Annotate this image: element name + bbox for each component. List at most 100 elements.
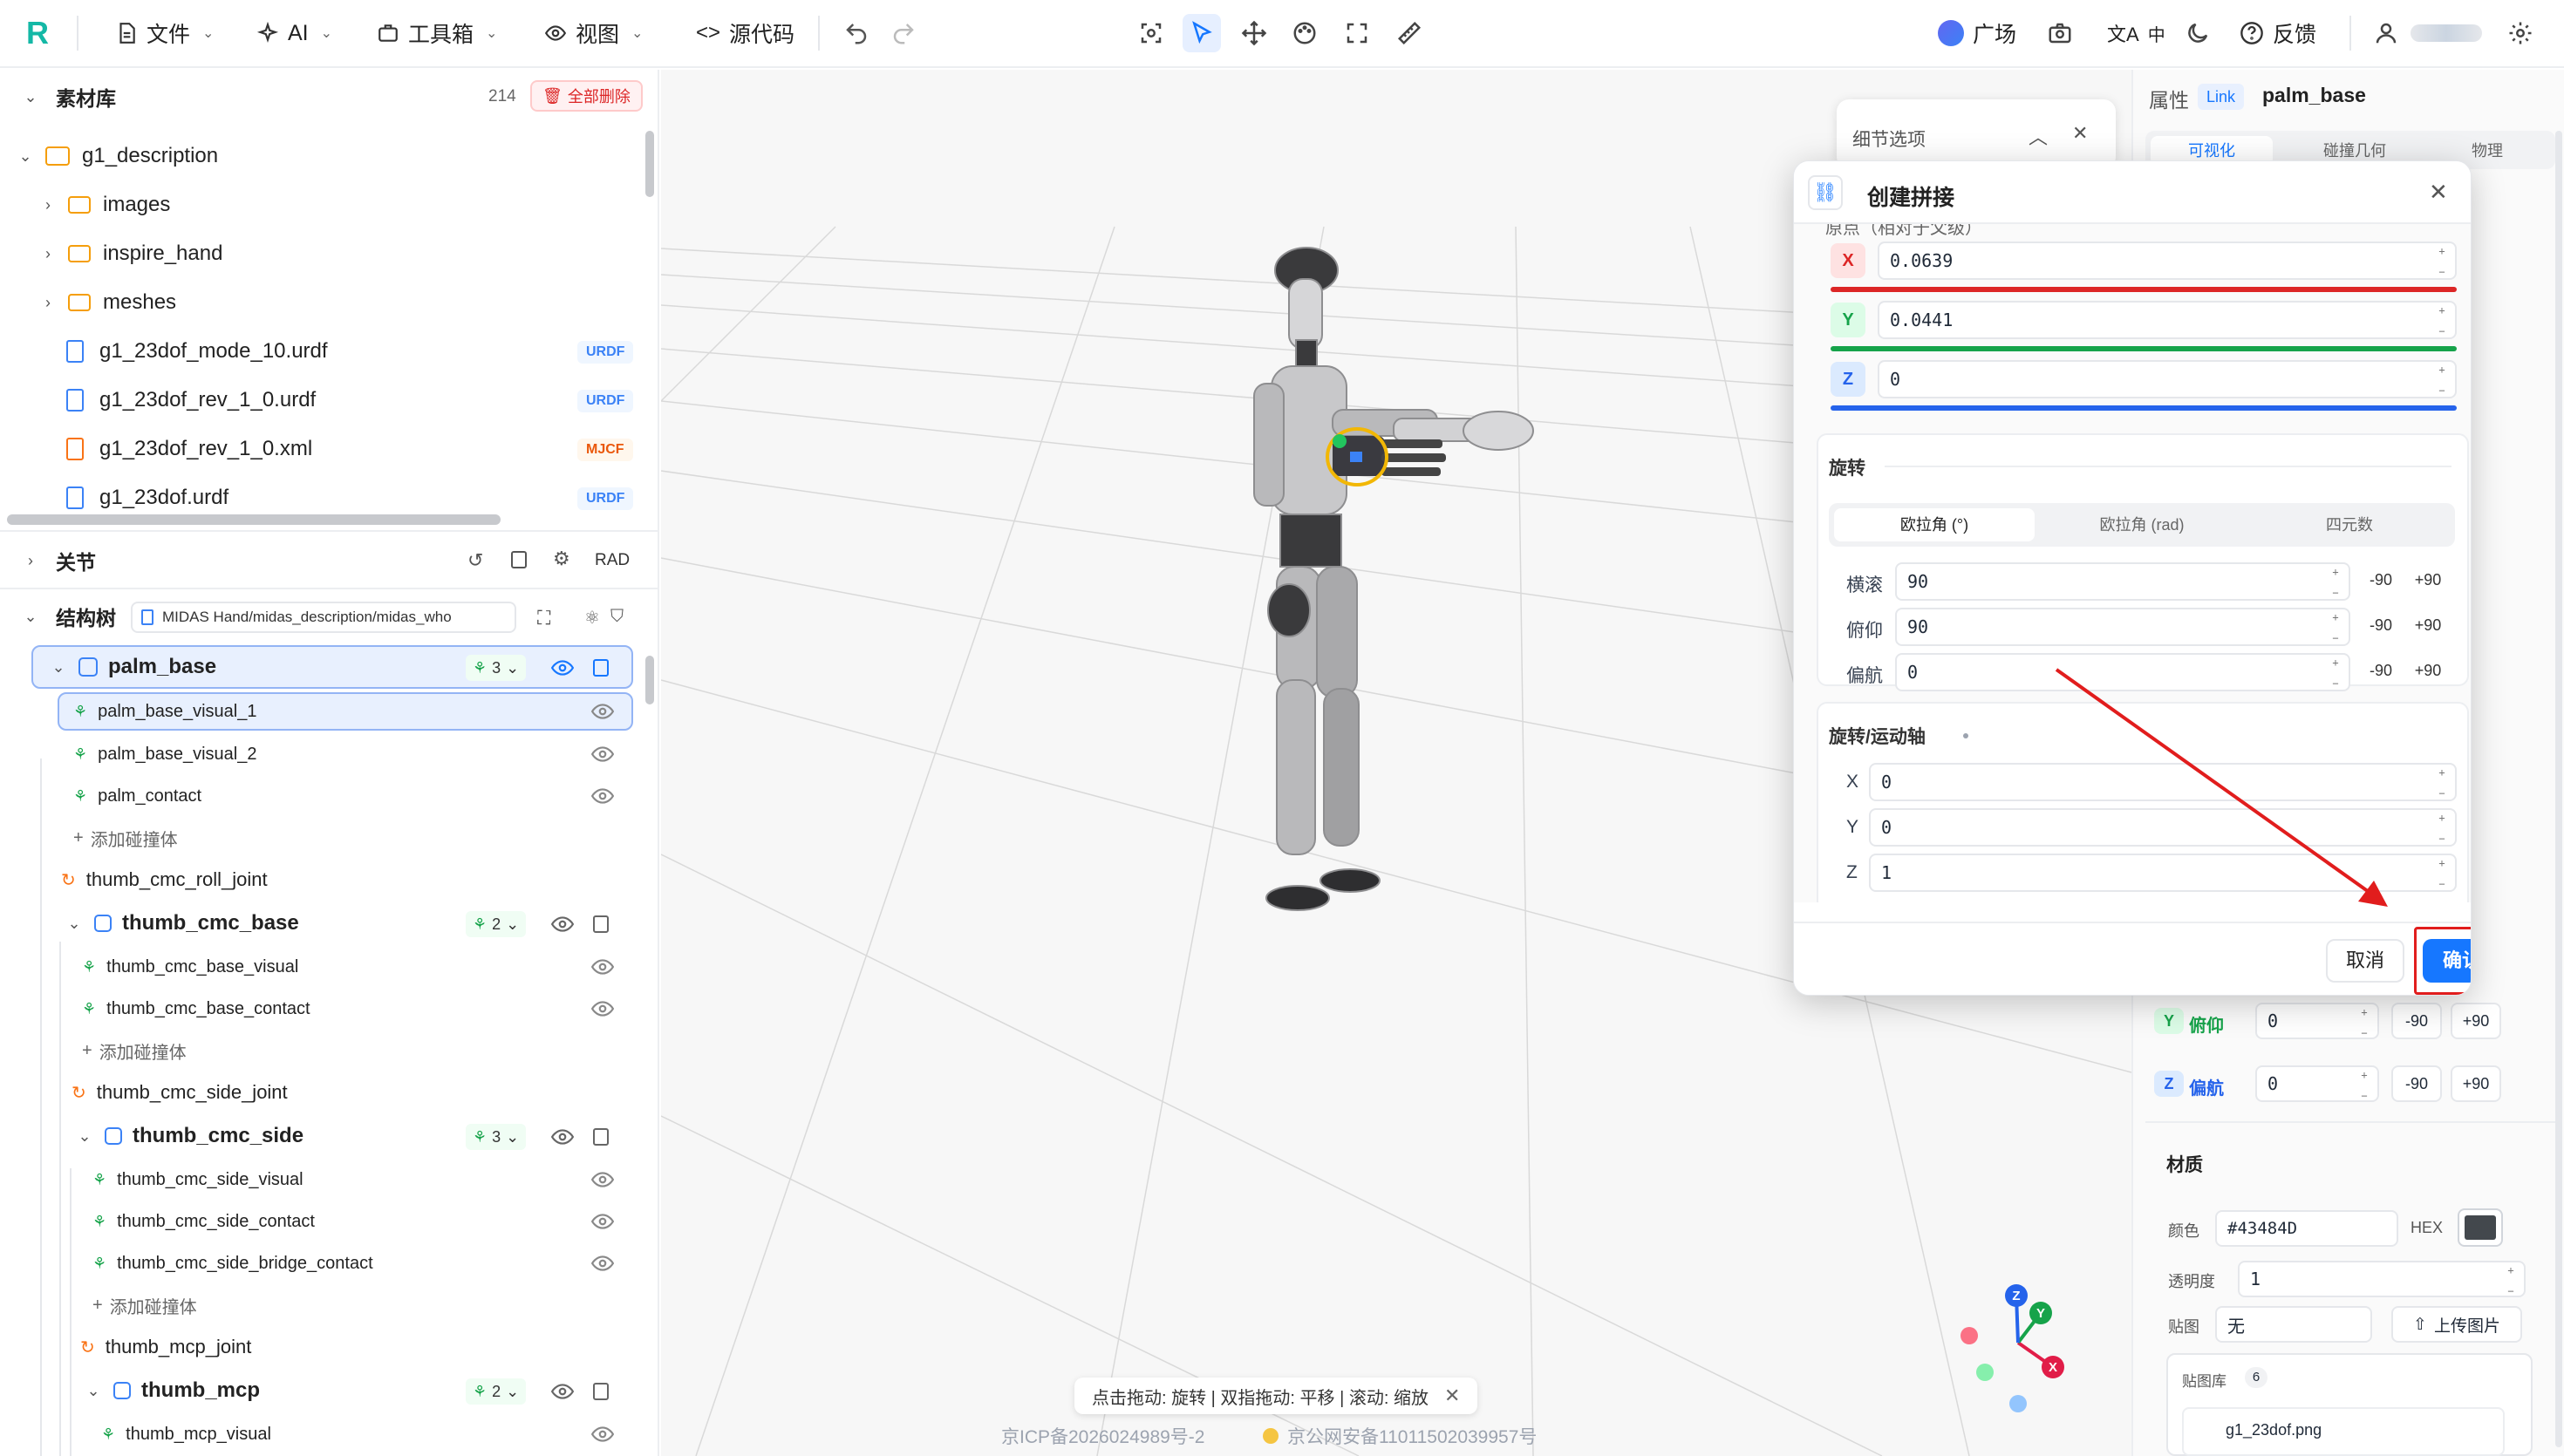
assets-scrollbar-horizontal[interactable]	[7, 514, 501, 525]
pitch-plus90-button[interactable]: +90	[2406, 616, 2450, 635]
measure-tool-button[interactable]	[1390, 14, 1429, 52]
tree-node-contact[interactable]: ⚘ thumb_cmc_side_contact	[92, 1200, 315, 1243]
origin-y-input[interactable]: 0.0441 + −	[1878, 301, 2457, 339]
redo-button[interactable]	[884, 14, 923, 52]
tree-node-visual[interactable]: ⚘ thumb_cmc_side_visual	[92, 1158, 303, 1201]
tree-node-contact[interactable]: ⚘ thumb_cmc_side_bridge_contact	[92, 1242, 373, 1285]
hierarchy-icon[interactable]: ⛶	[537, 607, 550, 629]
color-hex-input[interactable]: #43484D	[2215, 1210, 2398, 1247]
lock-icon[interactable]	[593, 1383, 609, 1400]
tree-node-contact[interactable]: ⚘ thumb_cmc_base_contact	[82, 987, 310, 1031]
joints-header[interactable]: › 关节	[17, 539, 96, 582]
add-collision-button[interactable]: + 添加碰撞体	[73, 816, 178, 860]
pitch-minus90-button[interactable]: -90	[2391, 1003, 2442, 1039]
axis-x-input[interactable]: 0 + −	[1869, 763, 2457, 801]
collapse-icon[interactable]: ︿	[2029, 122, 2048, 150]
axis-gizmo[interactable]: X Y Z	[1936, 1255, 2111, 1430]
folder-root[interactable]: ⌄ g1_description	[12, 134, 218, 178]
lock-icon[interactable]	[593, 915, 609, 933]
settings-button[interactable]	[2501, 14, 2540, 52]
yaw-plus90-button[interactable]: +90	[2451, 1065, 2501, 1102]
close-icon[interactable]: ✕	[2072, 122, 2088, 145]
yaw-minus90-button[interactable]: -90	[2359, 662, 2403, 680]
lock-icon[interactable]	[593, 659, 609, 677]
cancel-button[interactable]: 取消	[2326, 939, 2404, 983]
visibility-eye-icon[interactable]	[551, 1128, 574, 1146]
visibility-eye-icon[interactable]	[591, 745, 614, 763]
tab-euler-rad[interactable]: 欧拉角 (rad)	[2042, 508, 2242, 541]
tab-euler-deg[interactable]: 欧拉角 (°)	[1834, 508, 2035, 541]
add-collision-button[interactable]: + 添加碰撞体	[82, 1029, 187, 1072]
visibility-eye-icon[interactable]	[551, 1383, 574, 1400]
focus-view-button[interactable]	[1132, 14, 1170, 52]
file-item[interactable]: g1_23dof_mode_10.urdf	[66, 330, 328, 373]
yaw-minus90-button[interactable]: -90	[2391, 1065, 2442, 1102]
structure-file-chip[interactable]: MIDAS Hand/midas_description/midas_who	[131, 602, 516, 633]
user-avatar[interactable]	[2367, 14, 2405, 52]
origin-x-input[interactable]: 0.0639 + −	[1878, 242, 2457, 280]
pitch-input[interactable]: 0 + −	[2255, 1003, 2379, 1039]
confirm-button[interactable]: 确认	[2423, 939, 2471, 983]
color-swatch[interactable]	[2458, 1208, 2503, 1247]
reset-icon[interactable]: ↺	[467, 549, 483, 572]
file-item[interactable]: g1_23dof_rev_1_0.urdf	[66, 378, 316, 422]
settings-icon[interactable]: ⚙	[553, 548, 570, 570]
lock-icon[interactable]	[511, 551, 527, 568]
language-button[interactable]: 文A 中	[2097, 9, 2176, 58]
visibility-eye-icon[interactable]	[591, 1425, 614, 1443]
icp-record[interactable]: 京ICP备2026024989号-2	[1001, 1423, 1204, 1449]
delete-all-button[interactable]: 🗑 全部删除	[530, 80, 643, 112]
tab-quaternion[interactable]: 四元数	[2249, 508, 2450, 541]
robot-model[interactable]	[1202, 235, 1568, 950]
folder-item[interactable]: › images	[35, 183, 170, 227]
yaw-input[interactable]: 0 + −	[1895, 653, 2350, 691]
app-logo[interactable]: R	[26, 14, 61, 52]
pitch-minus90-button[interactable]: -90	[2359, 616, 2403, 635]
close-icon[interactable]: ✕	[1444, 1385, 1460, 1407]
source-code-button[interactable]: <> 源代码	[685, 9, 805, 58]
shield-icon[interactable]: ⛉	[610, 607, 624, 627]
opacity-input[interactable]: 1 + −	[2238, 1261, 2526, 1297]
tree-node-visual[interactable]: ⚘ thumb_mcp_visual	[101, 1412, 271, 1456]
feedback-button[interactable]: 反馈	[2229, 9, 2327, 58]
tree-node-joint[interactable]: ↻ thumb_mcp_joint	[80, 1325, 251, 1369]
roll-minus90-button[interactable]: -90	[2359, 571, 2403, 589]
tree-node-link[interactable]: ⌄ thumb_cmc_side	[72, 1114, 303, 1158]
screenshot-button[interactable]	[2041, 14, 2079, 52]
structure-header[interactable]: ⌄ 结构树	[17, 595, 116, 638]
pitch-plus90-button[interactable]: +90	[2451, 1003, 2501, 1039]
tree-node-visual-2[interactable]: ⚘ palm_base_visual_2	[73, 732, 256, 776]
yaw-input[interactable]: 0 + −	[2255, 1065, 2379, 1102]
fullscreen-button[interactable]	[1338, 14, 1376, 52]
square-button[interactable]: 广场	[1927, 9, 2027, 58]
tree-node-link[interactable]: ⌄ thumb_cmc_base	[61, 901, 298, 945]
tree-node-link[interactable]: ⌄ thumb_mcp	[80, 1369, 260, 1412]
upload-image-button[interactable]: ⇧ 上传图片	[2391, 1306, 2522, 1343]
rad-toggle[interactable]: RAD	[595, 551, 630, 570]
collision-icon[interactable]: ⚛	[584, 607, 600, 629]
close-icon[interactable]: ✕	[2429, 179, 2448, 206]
visibility-eye-icon[interactable]	[591, 1213, 614, 1230]
visibility-eye-icon[interactable]	[591, 703, 614, 720]
children-count-dropdown[interactable]: ⚘ 2 ⌄	[466, 1378, 527, 1405]
tree-node-joint[interactable]: ↻ thumb_cmc_roll_joint	[61, 858, 268, 901]
visibility-eye-icon[interactable]	[591, 958, 614, 976]
tree-node-visual[interactable]: ⚘ thumb_cmc_base_visual	[82, 945, 298, 989]
file-item[interactable]: g1_23dof_rev_1_0.xml	[66, 427, 312, 471]
folder-item[interactable]: › meshes	[35, 281, 176, 324]
select-tool-button[interactable]	[1183, 14, 1221, 52]
folder-item[interactable]: › inspire_hand	[35, 232, 222, 276]
lock-icon[interactable]	[593, 1128, 609, 1146]
undo-button[interactable]	[837, 14, 876, 52]
view-menu[interactable]: 视图 ⌄	[534, 9, 653, 58]
visibility-eye-icon[interactable]	[591, 1000, 614, 1017]
file-menu[interactable]: 文件 ⌄	[105, 9, 224, 58]
tree-node-palm-contact[interactable]: ⚘ palm_contact	[73, 774, 201, 818]
assets-scrollbar-vertical[interactable]	[645, 131, 654, 197]
children-count-dropdown[interactable]: ⚘ 3 ⌄	[466, 655, 527, 681]
ai-menu[interactable]: AI ⌄	[246, 9, 343, 58]
file-item[interactable]: g1_23dof.urdf	[66, 476, 228, 520]
texture-file-item[interactable]: g1_23dof.png	[2182, 1407, 2505, 1456]
visibility-eye-icon[interactable]	[551, 915, 574, 933]
origin-z-input[interactable]: 0 + −	[1878, 360, 2457, 398]
